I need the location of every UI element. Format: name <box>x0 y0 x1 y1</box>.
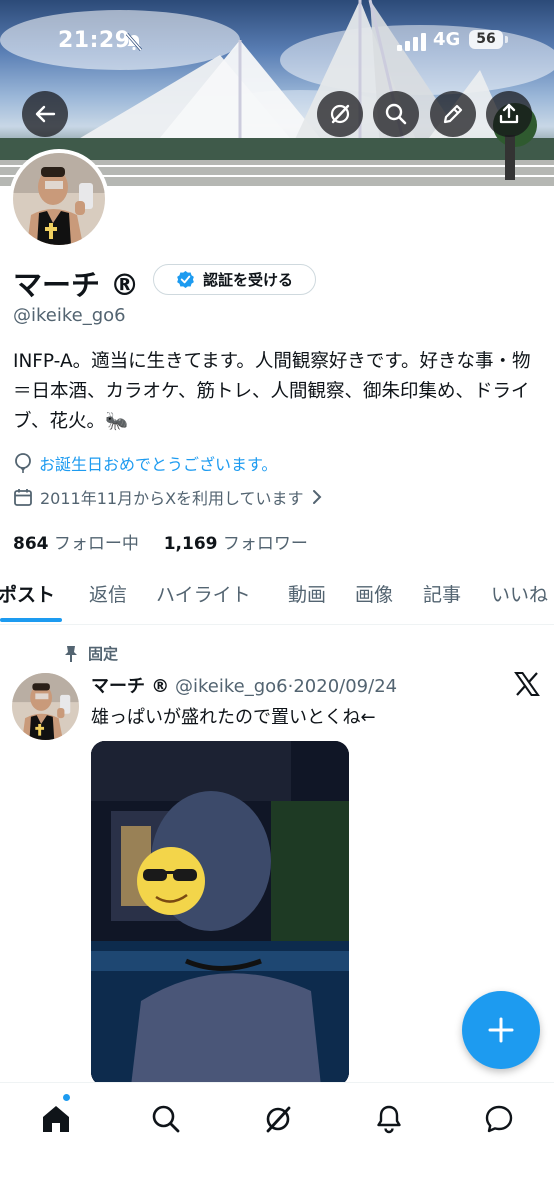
balloon-icon <box>15 453 31 473</box>
battery-indicator: 56 <box>469 30 503 49</box>
birthday-text: お誕生日おめでとうございます。 <box>39 455 278 474</box>
active-tab-indicator <box>0 618 62 622</box>
tab-videos[interactable]: 動画 <box>288 580 326 607</box>
signal-icon <box>397 33 426 51</box>
post-author-avatar[interactable] <box>12 673 79 740</box>
pencil-icon <box>443 104 463 124</box>
profile-handle: @ikeike_go6 <box>13 305 126 326</box>
bell-slash-icon <box>125 33 143 51</box>
post-avatar-image <box>12 673 79 740</box>
verified-badge-icon <box>177 270 194 289</box>
tab-highlights[interactable]: ハイライト <box>156 580 251 607</box>
profile-name: マーチ ® <box>13 268 140 302</box>
share-icon <box>499 103 519 124</box>
edit-button[interactable] <box>430 91 476 137</box>
share-button[interactable] <box>486 91 532 137</box>
pin-icon <box>65 645 77 662</box>
bottom-nav <box>0 1082 554 1201</box>
post-photo <box>91 741 349 1086</box>
home-notification-dot <box>63 1094 70 1101</box>
post-author-name[interactable]: マーチ ® <box>91 676 169 697</box>
tab-likes[interactable]: いいね <box>491 580 548 607</box>
followers-link[interactable]: 1,169 フォロワー <box>164 534 308 554</box>
nav-grok[interactable] <box>258 1099 298 1139</box>
get-verified-label: 認証を受ける <box>202 271 293 289</box>
profile-bio: INFP-A。適当に生きてます。人間観察好きです。好きな事・物＝日本酒、カラオケ… <box>13 351 531 432</box>
grok-button[interactable] <box>317 91 363 137</box>
get-verified-button[interactable]: 認証を受ける <box>153 264 316 295</box>
nav-messages[interactable] <box>479 1099 519 1139</box>
profile-tabs: ポスト 返信 ハイライト 動画 画像 記事 いいね <box>0 572 554 625</box>
tab-articles[interactable]: 記事 <box>423 580 461 607</box>
birthday-row[interactable]: お誕生日おめでとうございます。 <box>13 451 277 475</box>
arrow-left-icon <box>35 105 56 123</box>
chat-bubble-icon <box>485 1105 513 1133</box>
avatar-image <box>13 153 105 245</box>
network-type: 4G <box>433 29 461 50</box>
following-count: 864 <box>13 534 49 554</box>
status-bar: 21:29 4G 56 <box>0 26 554 60</box>
chevron-right-icon <box>312 490 321 504</box>
tab-replies[interactable]: 返信 <box>89 580 127 607</box>
post-media[interactable] <box>91 741 349 1086</box>
post-date: ·2020/09/24 <box>287 676 398 697</box>
compose-fab[interactable] <box>462 991 540 1069</box>
post-text: 雄っぱいが盛れたので置いとくね← <box>91 707 376 728</box>
following-link[interactable]: 864 フォロー中 <box>13 534 139 554</box>
followers-count: 1,169 <box>163 534 218 554</box>
battery-cap <box>505 36 508 43</box>
pinned-label-row: 固定 <box>64 643 118 664</box>
search-icon <box>385 103 407 125</box>
follow-stats: 864 フォロー中 1,169 フォロワー <box>13 529 308 554</box>
grok-icon <box>330 104 350 124</box>
search-button[interactable] <box>373 91 419 137</box>
post-author-handle[interactable]: @ikeike_go6 <box>175 676 288 697</box>
tab-photos[interactable]: 画像 <box>355 580 393 607</box>
profile-avatar[interactable] <box>9 149 109 249</box>
joined-row[interactable]: 2011年11月からXを利用しています <box>13 485 323 509</box>
following-label: フォロー中 <box>53 534 139 554</box>
search-icon <box>152 1105 180 1133</box>
x-logo-icon[interactable] <box>514 671 540 697</box>
grok-icon <box>266 1106 291 1133</box>
joined-text: 2011年11月からXを利用しています <box>40 489 304 508</box>
nav-home[interactable] <box>36 1099 76 1139</box>
nav-search[interactable] <box>146 1099 186 1139</box>
status-time: 21:29 <box>58 28 131 53</box>
tab-posts[interactable]: ポスト <box>0 580 55 607</box>
plus-icon <box>488 1017 514 1043</box>
back-button[interactable] <box>22 91 68 137</box>
followers-label: フォロワー <box>222 534 308 554</box>
nav-notifications[interactable] <box>369 1099 409 1139</box>
bell-icon <box>377 1105 401 1134</box>
home-icon <box>43 1106 69 1132</box>
calendar-icon <box>14 489 32 506</box>
post-header: マーチ ® @ikeike_go6·2020/09/24 <box>91 672 397 698</box>
pinned-label: 固定 <box>88 645 119 663</box>
